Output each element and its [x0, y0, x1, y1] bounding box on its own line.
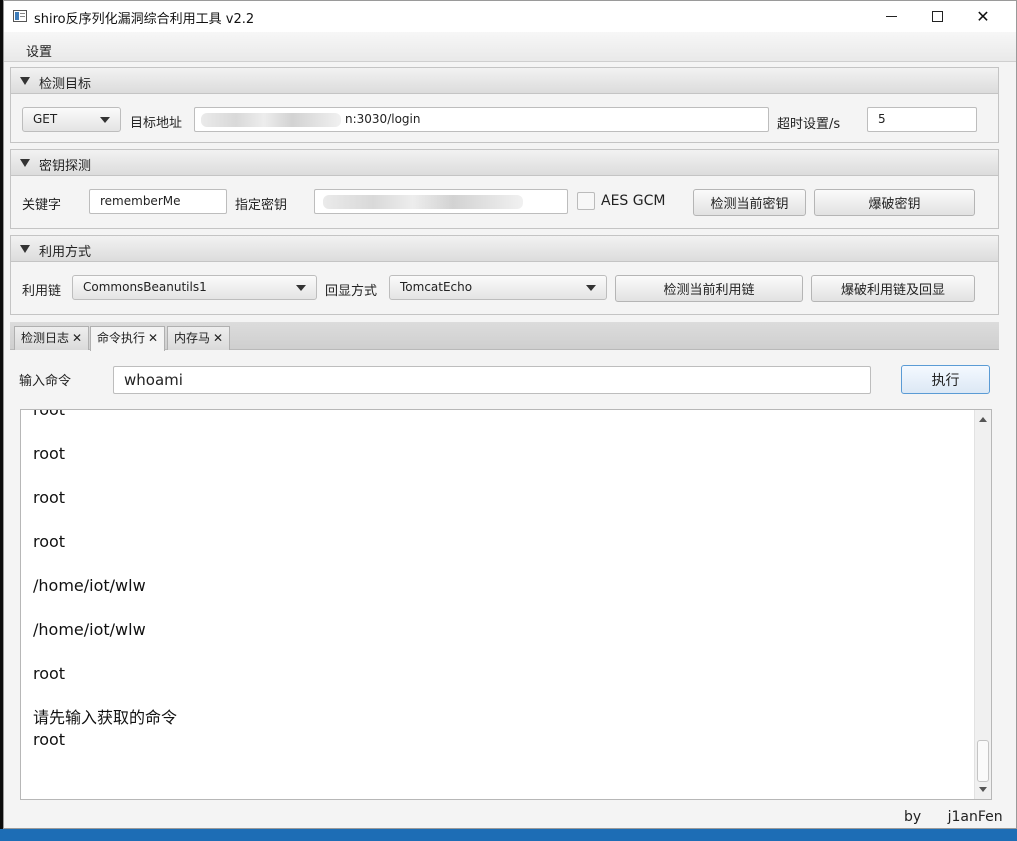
app-window: shiro反序列化漏洞综合利用工具 v2.2 ✕ 设置 检测目标 GET 目标地…: [3, 0, 1017, 829]
collapse-triangle-icon: [20, 159, 30, 167]
timeout-label: 超时设置/s: [777, 117, 841, 132]
output-text: root root root root /home/iot/wlw /home/…: [33, 409, 178, 749]
target-panel-title: 检测目标: [39, 77, 92, 92]
timeout-value: 5: [878, 112, 886, 126]
command-label: 输入命令: [19, 374, 72, 389]
command-input[interactable]: whoami: [113, 366, 871, 394]
tab-label: 命令执行: [97, 331, 146, 345]
chevron-down-icon: [296, 285, 306, 291]
check-chain-button[interactable]: 检测当前利用链: [615, 275, 803, 302]
chain-label: 利用链: [22, 284, 62, 299]
scroll-up-icon[interactable]: [979, 417, 987, 422]
app-icon: [13, 10, 27, 22]
tab-memory-shell[interactable]: 内存马 ✕: [167, 326, 231, 350]
taskbar-strip: [0, 829, 1017, 841]
tab-command-exec[interactable]: 命令执行 ✕: [90, 326, 166, 351]
key-panel-header[interactable]: 密钥探测: [11, 150, 998, 176]
collapse-triangle-icon: [20, 245, 30, 253]
key-input[interactable]: [314, 189, 568, 214]
chevron-down-icon: [586, 285, 596, 291]
scroll-down-icon[interactable]: [979, 787, 987, 792]
tab-strip: 检测日志 ✕ 命令执行 ✕ 内存马 ✕: [10, 322, 999, 351]
keyword-input[interactable]: rememberMe: [89, 189, 227, 214]
brute-key-button[interactable]: 爆破密钥: [814, 189, 975, 216]
footer-credit: by j1anFen: [904, 809, 1003, 825]
echo-label: 回显方式: [325, 284, 378, 299]
menu-settings[interactable]: 设置: [26, 41, 52, 60]
close-icon[interactable]: ✕: [72, 331, 82, 345]
echo-value: TomcatEcho: [400, 280, 473, 294]
exploit-panel-title: 利用方式: [39, 245, 92, 260]
chevron-down-icon: [100, 117, 110, 123]
close-button[interactable]: ✕: [960, 1, 1006, 32]
output-textarea[interactable]: root root root root /home/iot/wlw /home/…: [20, 409, 992, 800]
close-icon: ✕: [976, 7, 990, 26]
aes-gcm-label: AES GCM: [601, 193, 666, 209]
footer-by: by: [904, 809, 922, 825]
tab-label: 检测日志: [21, 331, 70, 345]
address-input[interactable]: n:3030/login: [194, 107, 769, 132]
collapse-triangle-icon: [20, 77, 30, 85]
target-panel-header[interactable]: 检测目标: [11, 68, 998, 94]
title-bar[interactable]: shiro反序列化漏洞综合利用工具 v2.2 ✕: [4, 1, 1016, 32]
minimize-button[interactable]: [868, 1, 914, 32]
redacted-blur: [323, 195, 523, 209]
close-icon[interactable]: ✕: [148, 331, 158, 345]
key-panel-title: 密钥探测: [39, 159, 92, 174]
method-value: GET: [33, 112, 58, 126]
exploit-panel: 利用方式 利用链 CommonsBeanutils1 回显方式 TomcatEc…: [10, 235, 999, 315]
close-icon[interactable]: ✕: [213, 331, 223, 345]
output-scrollbar[interactable]: [974, 410, 991, 799]
chain-select[interactable]: CommonsBeanutils1: [72, 275, 317, 300]
command-value: whoami: [124, 371, 183, 389]
tab-label: 内存马: [174, 331, 211, 345]
brute-chain-button[interactable]: 爆破利用链及回显: [811, 275, 975, 302]
key-label: 指定密钥: [235, 198, 288, 213]
scrollbar-thumb[interactable]: [977, 740, 989, 782]
exploit-panel-header[interactable]: 利用方式: [11, 236, 998, 262]
aes-gcm-checkbox[interactable]: [577, 192, 595, 210]
maximize-icon: [931, 11, 943, 22]
footer-author: j1anFen: [947, 809, 1003, 825]
address-label: 目标地址: [130, 116, 183, 131]
tab-detect-log[interactable]: 检测日志 ✕: [14, 326, 90, 350]
keyword-value: rememberMe: [100, 194, 181, 208]
redacted-blur: [201, 113, 341, 127]
window-title: shiro反序列化漏洞综合利用工具 v2.2: [34, 12, 255, 27]
minimize-icon: [885, 16, 897, 17]
chain-value: CommonsBeanutils1: [83, 280, 207, 294]
address-value: n:3030/login: [345, 112, 421, 126]
key-panel: 密钥探测 关键字 rememberMe 指定密钥 AES GCM 检测当前密钥 …: [10, 149, 999, 229]
check-key-button[interactable]: 检测当前密钥: [693, 189, 806, 216]
menu-bar: 设置: [4, 32, 1016, 62]
echo-select[interactable]: TomcatEcho: [389, 275, 607, 300]
timeout-input[interactable]: 5: [867, 107, 977, 132]
execute-button[interactable]: 执行: [901, 365, 990, 394]
maximize-button[interactable]: [914, 1, 960, 32]
method-select[interactable]: GET: [22, 107, 121, 132]
target-panel: 检测目标 GET 目标地址 n:3030/login 超时设置/s 5: [10, 67, 999, 143]
keyword-label: 关键字: [22, 198, 62, 213]
